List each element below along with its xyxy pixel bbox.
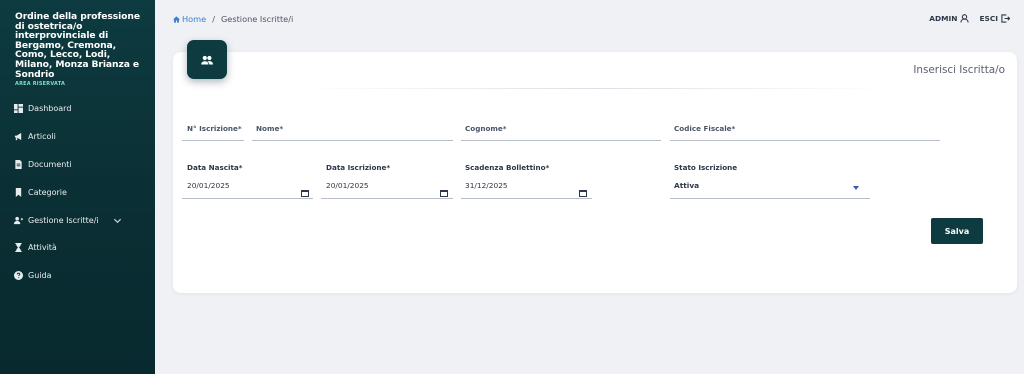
stato-iscrizione-label: Stato Iscrizione	[674, 163, 738, 172]
user-menu: ADMIN ESCI	[929, 14, 1010, 23]
data-iscrizione-value: 20/01/2025	[326, 181, 369, 190]
sidebar-item-categorie[interactable]: Categorie	[0, 178, 155, 206]
sidebar-item-guida[interactable]: Guida	[0, 262, 155, 290]
logout-icon	[1001, 14, 1010, 23]
megaphone-icon	[14, 132, 23, 141]
breadcrumb-separator: /	[212, 14, 215, 24]
user-name: ADMIN	[929, 14, 958, 23]
calendar-icon[interactable]	[579, 182, 587, 197]
users-icon	[201, 55, 213, 64]
sidebar-item-documenti[interactable]: Documenti	[0, 151, 155, 179]
users-icon	[14, 216, 23, 225]
hourglass-icon	[14, 243, 23, 253]
brand: Ordine della professione di ostetrica/o …	[15, 12, 150, 87]
sidebar-item-gestione-iscritte[interactable]: Gestione Iscritte/i	[0, 206, 155, 234]
breadcrumb-home-label: Home	[182, 14, 207, 24]
sidebar-item-dashboard[interactable]: Dashboard	[0, 95, 155, 123]
sidebar-item-label: Attività	[28, 243, 57, 253]
document-icon	[14, 159, 23, 169]
codice-fiscale-label: Codice Fiscale*	[674, 124, 736, 133]
sidebar-item-label: Guida	[28, 271, 52, 281]
data-iscrizione-label: Data Iscrizione*	[326, 163, 391, 172]
user-icon	[960, 14, 970, 23]
card-title: Inserisci Iscritta/o	[913, 64, 1005, 76]
sidebar: Ordine della professione di ostetrica/o …	[0, 0, 155, 374]
sidebar-item-label: Gestione Iscritte/i	[28, 215, 99, 225]
save-button[interactable]: Salva	[931, 218, 983, 244]
n-iscrizione-label: N° Iscrizione*	[187, 124, 242, 133]
breadcrumb: Home / Gestione Iscritte/i	[173, 14, 293, 24]
scadenza-bollettino-label: Scadenza Bollettino*	[465, 163, 550, 172]
brand-subtitle: AREA RISERVATA	[15, 81, 66, 88]
stato-iscrizione-select[interactable]: Stato Iscrizione Attiva	[670, 163, 870, 199]
n-iscrizione-field[interactable]: N° Iscrizione*	[182, 123, 244, 141]
card-divider	[300, 88, 890, 89]
logout-link[interactable]: ESCI	[979, 14, 1010, 23]
sidebar-item-label: Categorie	[28, 187, 67, 197]
calendar-icon[interactable]	[440, 182, 448, 197]
bookmark-icon	[14, 187, 23, 197]
nome-label: Nome*	[256, 124, 284, 133]
sidebar-item-label: Dashboard	[28, 104, 72, 114]
brand-title: Ordine della professione di ostetrica/o …	[15, 11, 140, 80]
breadcrumb-current: Gestione Iscritte/i	[220, 14, 294, 24]
user-link[interactable]: ADMIN	[929, 14, 970, 23]
chevron-down-icon[interactable]	[113, 216, 122, 225]
scadenza-bollettino-value: 31/12/2025	[465, 181, 508, 190]
card-header-icon	[187, 40, 227, 79]
sidebar-item-attivita[interactable]: Attività	[0, 234, 155, 262]
sidebar-nav: Dashboard Articoli Documenti Categorie G…	[0, 95, 155, 290]
sidebar-item-label: Articoli	[28, 132, 56, 142]
codice-fiscale-field[interactable]: Codice Fiscale*	[670, 123, 940, 141]
data-iscrizione-field[interactable]: Data Iscrizione* 20/01/2025	[321, 163, 453, 199]
breadcrumb-home[interactable]: Home	[173, 14, 206, 24]
data-nascita-value: 20/01/2025	[187, 181, 230, 190]
home-icon	[173, 15, 180, 23]
nome-field[interactable]: Nome*	[252, 123, 453, 141]
sidebar-item-label: Documenti	[28, 159, 72, 169]
stato-iscrizione-value: Attiva	[674, 181, 700, 190]
logout-label: ESCI	[979, 14, 998, 23]
sidebar-item-articoli[interactable]: Articoli	[0, 123, 155, 151]
dashboard-icon	[14, 104, 23, 114]
data-nascita-label: Data Nascita*	[187, 163, 243, 172]
calendar-icon[interactable]	[301, 182, 309, 197]
data-nascita-field[interactable]: Data Nascita* 20/01/2025	[182, 163, 313, 199]
cognome-label: Cognome*	[465, 124, 507, 133]
cognome-field[interactable]: Cognome*	[461, 123, 661, 141]
dropdown-caret-icon	[853, 186, 859, 190]
scadenza-bollettino-field[interactable]: Scadenza Bollettino* 31/12/2025	[461, 163, 592, 199]
help-icon	[14, 271, 23, 281]
